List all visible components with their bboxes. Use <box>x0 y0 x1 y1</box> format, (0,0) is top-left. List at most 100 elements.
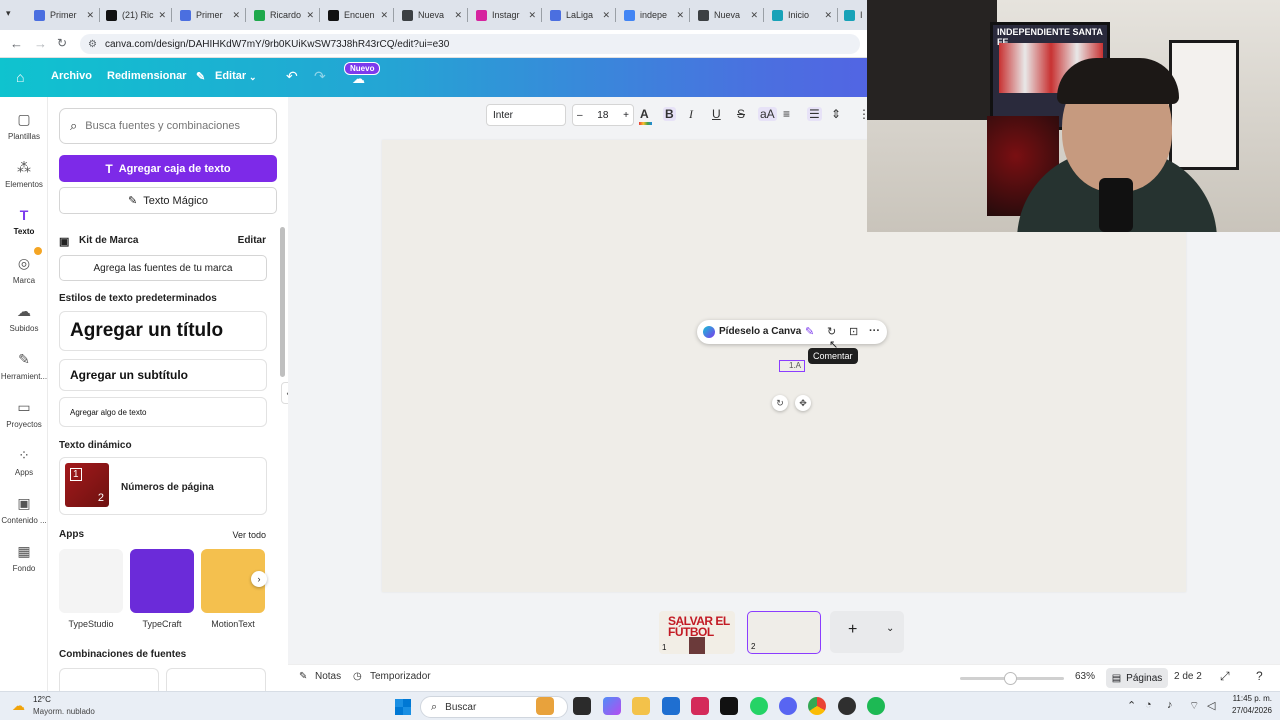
browser-tab[interactable]: indepe ✕ <box>618 4 690 26</box>
taskbar-time[interactable]: 11:45 p. m. <box>1228 694 1272 703</box>
notes-icon[interactable]: ✎ <box>299 671 307 682</box>
file-explorer-icon[interactable] <box>632 697 650 715</box>
add-title-button[interactable]: Agregar un título <box>59 311 267 351</box>
tab-close-icon[interactable]: ✕ <box>158 10 166 21</box>
add-body-text-button[interactable]: Agregar algo de texto <box>59 397 267 427</box>
help-icon[interactable]: ? <box>1256 669 1263 683</box>
font-size-stepper[interactable]: – 18 + <box>572 104 634 126</box>
chrome-icon[interactable] <box>808 697 826 715</box>
zoom-level[interactable]: 63% <box>1075 671 1095 682</box>
font-combo-card[interactable] <box>166 668 266 691</box>
spotify-icon[interactable] <box>867 697 885 715</box>
file-menu-button[interactable]: Archivo <box>51 70 92 82</box>
whatsapp-icon[interactable] <box>750 697 768 715</box>
weather-temperature[interactable]: 12°C <box>33 695 51 704</box>
numbered-list-icon[interactable]: ☰ <box>807 107 822 121</box>
add-textbox-button[interactable]: T Agregar caja de texto <box>59 155 277 182</box>
browser-tab[interactable]: Instagr ✕ <box>470 4 542 26</box>
magic-edit-icon[interactable]: ✎ <box>805 325 814 338</box>
tab-close-icon[interactable]: ✕ <box>528 10 536 21</box>
home-icon[interactable]: ⌂ <box>16 69 24 85</box>
move-handle-icon[interactable]: ✥ <box>795 395 811 411</box>
spacing-icon[interactable]: ⇕ <box>831 107 841 121</box>
tab-close-icon[interactable]: ✕ <box>824 10 832 21</box>
app-card[interactable] <box>130 549 194 613</box>
tiktok-icon[interactable] <box>720 697 738 715</box>
reload-icon[interactable]: ↻ <box>57 36 67 50</box>
rail-item-elementos[interactable]: ⁂ Elementos <box>0 159 48 189</box>
add-brand-fonts-button[interactable]: Agrega las fuentes de tu marca <box>59 255 267 281</box>
discord-icon[interactable] <box>779 697 797 715</box>
redo-icon[interactable]: ↷ <box>314 68 326 85</box>
chevron-down-icon[interactable]: ⌄ <box>249 72 257 83</box>
back-icon[interactable]: ← <box>10 36 23 51</box>
taskbar-date[interactable]: 27/04/2026 <box>1220 706 1272 715</box>
rail-item-plantillas[interactable]: ▢ Plantillas <box>0 111 48 141</box>
rail-item-proyectos[interactable]: ▭ Proyectos <box>0 399 48 429</box>
font-search-box[interactable]: ⌕ <box>59 108 277 144</box>
weather-description[interactable]: Mayorm. nublado <box>33 707 95 716</box>
task-view-icon[interactable] <box>573 697 591 715</box>
font-family-selector[interactable]: Inter <box>486 104 566 126</box>
store-icon[interactable] <box>662 697 680 715</box>
font-search-input[interactable] <box>85 120 256 132</box>
page-thumbnail-2[interactable]: 2 <box>747 611 821 654</box>
page-thumbnail-1[interactable]: SALVAR EL FÚTBOL 1 <box>659 611 735 654</box>
zoom-slider[interactable] <box>960 672 1064 685</box>
edit-pencil-icon[interactable]: ✎ <box>196 70 205 83</box>
browser-tab[interactable]: LaLiga ✕ <box>544 4 616 26</box>
capcut-icon[interactable] <box>691 697 709 715</box>
add-subtitle-button[interactable]: Agregar un subtítulo <box>59 359 267 391</box>
timer-button[interactable]: Temporizador <box>370 671 431 682</box>
font-size-value[interactable]: 18 <box>597 110 608 121</box>
page-numbers-card[interactable]: 1 2 Números de página <box>59 457 267 515</box>
font-size-increase-icon[interactable]: + <box>623 110 629 121</box>
font-combo-card[interactable] <box>59 668 159 691</box>
pages-button[interactable]: ▤ Páginas <box>1106 668 1168 688</box>
edit-mode-button[interactable]: Editar <box>215 70 246 82</box>
windows-start-icon[interactable] <box>395 699 411 715</box>
rail-item-texto[interactable]: T Texto <box>0 207 48 236</box>
widget-icon[interactable] <box>536 697 554 715</box>
undo-icon[interactable]: ↶ <box>286 68 298 85</box>
brand-kit-edit-link[interactable]: Editar <box>238 235 266 246</box>
browser-tab[interactable]: Ricardo ✕ <box>248 4 320 26</box>
tab-close-icon[interactable]: ✕ <box>602 10 610 21</box>
rail-item-apps[interactable]: ⁘ Apps <box>0 447 48 477</box>
rail-item-marca[interactable]: ◎ Marca <box>0 255 48 285</box>
zoom-slider-knob[interactable] <box>1004 672 1017 685</box>
tab-close-icon[interactable]: ✕ <box>306 10 314 21</box>
align-left-icon[interactable]: ≡ <box>783 107 790 121</box>
weather-icon[interactable]: ☁ <box>12 698 25 714</box>
letter-case-icon[interactable]: aA <box>758 107 777 121</box>
browser-tab[interactable]: Inicio ✕ <box>766 4 838 26</box>
bold-icon[interactable]: B <box>663 107 676 121</box>
tab-close-icon[interactable]: ✕ <box>232 10 240 21</box>
browser-tab[interactable]: Nueva ✕ <box>396 4 468 26</box>
rail-item-herramient[interactable]: ✎ Herramient... <box>0 351 48 381</box>
underline-icon[interactable]: U <box>712 107 721 121</box>
italic-icon[interactable]: I <box>689 107 693 122</box>
rail-item-contenido[interactable]: ▣ Contenido ... <box>0 495 48 525</box>
lock-icon[interactable]: ⊡ <box>849 325 858 338</box>
panel-scrollbar[interactable] <box>280 227 285 377</box>
app-card[interactable] <box>59 549 123 613</box>
comment-icon[interactable]: ↻ <box>827 325 836 338</box>
resize-button[interactable]: Redimensionar <box>107 70 186 82</box>
browser-tab[interactable]: Primer ✕ <box>174 4 246 26</box>
app-icon[interactable] <box>838 697 856 715</box>
cloud-sync-icon[interactable]: ☁ <box>352 71 365 87</box>
browser-tab[interactable]: Nueva ✕ <box>692 4 764 26</box>
magic-text-button[interactable]: ✎ Texto Mágico <box>59 187 277 214</box>
browser-tab[interactable]: Encuen ✕ <box>322 4 394 26</box>
see-all-apps-link[interactable]: Ver todo <box>232 530 266 540</box>
tab-close-icon[interactable]: ✕ <box>750 10 758 21</box>
add-page-button[interactable]: + ⌄ <box>830 611 904 653</box>
strikethrough-icon[interactable]: S <box>737 107 745 121</box>
apps-scroll-right-icon[interactable]: › <box>251 571 267 587</box>
timer-icon[interactable]: ◷ <box>353 671 362 682</box>
tab-close-icon[interactable]: ✕ <box>380 10 388 21</box>
forward-icon[interactable]: → <box>34 36 47 51</box>
tab-list-chevron-icon[interactable]: ▾ <box>6 8 11 19</box>
text-color-icon[interactable]: A <box>640 107 649 121</box>
